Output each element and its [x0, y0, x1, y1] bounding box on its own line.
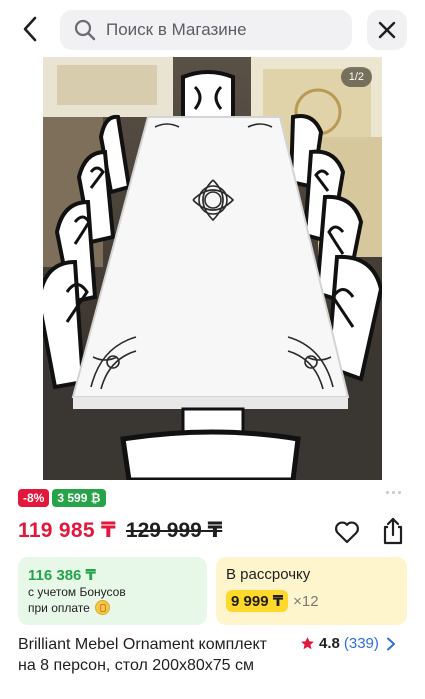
installment-title: В рассрочку [226, 566, 311, 583]
top-bar [0, 0, 425, 58]
close-button[interactable] [367, 10, 407, 50]
coin-icon [95, 600, 111, 615]
star-icon [301, 637, 314, 650]
close-icon [378, 21, 396, 39]
rating-score: 4.8 [319, 635, 340, 652]
review-count[interactable]: (339) [344, 635, 379, 652]
chevron-right-icon [386, 637, 395, 650]
gallery-dot[interactable] [398, 491, 401, 494]
bonus-line-1: с учетом Бонусов [28, 585, 126, 599]
favorite-button[interactable] [333, 518, 361, 546]
product-photo[interactable]: 1/2 [43, 57, 382, 480]
rating-link[interactable]: 4.8 (339) [300, 635, 397, 652]
installment-card[interactable]: В рассрочку 9 999 ₸ ×12 [216, 557, 407, 625]
product-image [43, 57, 382, 480]
bonus-line-2-wrap: при оплате [28, 600, 197, 616]
search-bar[interactable] [60, 10, 352, 50]
heart-icon [335, 521, 359, 544]
chevron-left-icon [23, 16, 37, 42]
bonus-price-card[interactable]: 116 386 ₸ с учетом Бонусов при оплате [18, 557, 207, 625]
installment-monthly: 9 999 ₸ [226, 590, 289, 612]
gallery-dot[interactable] [386, 491, 389, 494]
gallery-dots [386, 491, 401, 494]
bonus-price: 116 386 ₸ [28, 567, 96, 584]
gallery-dot[interactable] [392, 491, 395, 494]
bonus-line-2: при оплате [28, 601, 90, 615]
installment-times: ×12 [293, 592, 319, 610]
product-title: Brilliant Mebel Ornament комплект на 8 п… [18, 636, 267, 674]
share-button[interactable] [379, 516, 407, 546]
back-button[interactable] [14, 13, 46, 45]
search-input[interactable] [106, 20, 326, 40]
share-icon [383, 517, 403, 545]
current-price: 119 985 ₸ [18, 519, 116, 542]
gallery-counter: 1/2 [340, 67, 372, 87]
price-row: 119 985 ₸ 129 999 ₸ [18, 518, 222, 543]
search-icon [74, 19, 96, 41]
bonus-badge: 3 599 ₿ [52, 489, 106, 507]
old-price: 129 999 ₸ [125, 519, 223, 542]
discount-badge: -8% [18, 489, 50, 507]
installment-row: 9 999 ₸ ×12 [226, 590, 397, 612]
badges: -8% 3 599 ₿ [18, 489, 106, 507]
